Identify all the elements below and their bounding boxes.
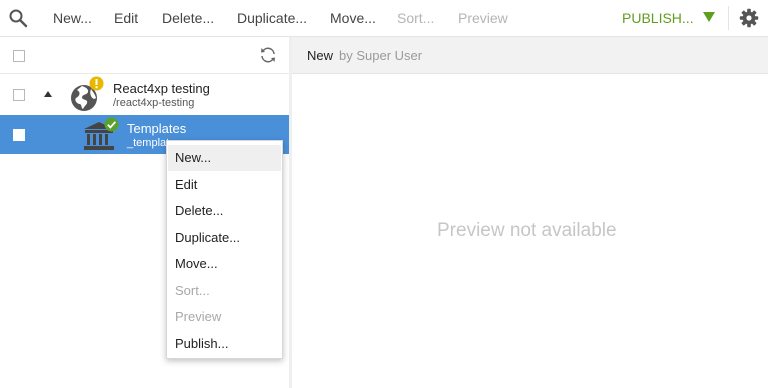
tree-row-react4xp-testing[interactable]: React4xp testing /react4xp-testing (0, 75, 289, 114)
collapse-toggle-icon[interactable] (44, 91, 52, 97)
tree-header (0, 37, 289, 74)
row-checkbox[interactable] (13, 89, 25, 101)
row-title: React4xp testing (113, 81, 210, 96)
preview-item-name: New (307, 48, 334, 63)
preview-unavailable-message: Preview not available (437, 220, 617, 241)
context-menu-delete[interactable]: Delete... (168, 198, 281, 224)
publish-button[interactable]: PUBLISH... (622, 10, 694, 26)
toolbar-new-button[interactable]: New... (53, 10, 92, 26)
toolbar-preview-button[interactable]: Preview (458, 10, 508, 26)
row-path: /react4xp-testing (113, 97, 195, 109)
context-menu-duplicate[interactable]: Duplicate... (168, 225, 281, 251)
warning-badge-icon (89, 76, 104, 91)
toolbar-delete-button[interactable]: Delete... (162, 10, 214, 26)
context-menu-edit[interactable]: Edit (168, 172, 281, 198)
toolbar: New... Edit Delete... Duplicate... Move.… (0, 0, 768, 37)
row-title: Templates (127, 121, 187, 136)
context-menu: New... Edit Delete... Duplicate... Move.… (166, 140, 283, 359)
context-menu-sort[interactable]: Sort... (168, 278, 281, 304)
publish-menu-arrow-icon[interactable] (703, 12, 715, 22)
row-checkbox[interactable] (13, 129, 25, 141)
gear-icon[interactable] (739, 8, 759, 28)
context-menu-move[interactable]: Move... (168, 251, 281, 277)
toolbar-sort-button[interactable]: Sort... (397, 10, 434, 26)
toolbar-divider (728, 6, 729, 30)
preview-item-author: by Super User (339, 48, 423, 63)
check-badge-icon (104, 117, 119, 132)
toolbar-move-button[interactable]: Move... (330, 10, 376, 26)
toolbar-duplicate-button[interactable]: Duplicate... (237, 10, 307, 26)
toolbar-edit-button[interactable]: Edit (114, 10, 138, 26)
context-menu-publish[interactable]: Publish... (168, 331, 281, 357)
select-all-checkbox[interactable] (13, 50, 25, 62)
refresh-icon[interactable] (259, 46, 277, 64)
context-menu-new[interactable]: New... (168, 145, 281, 171)
search-icon[interactable] (8, 8, 28, 28)
preview-header: New by Super User (292, 37, 768, 74)
context-menu-preview[interactable]: Preview (168, 304, 281, 330)
preview-pane: New by Super User Preview not available (292, 37, 768, 388)
